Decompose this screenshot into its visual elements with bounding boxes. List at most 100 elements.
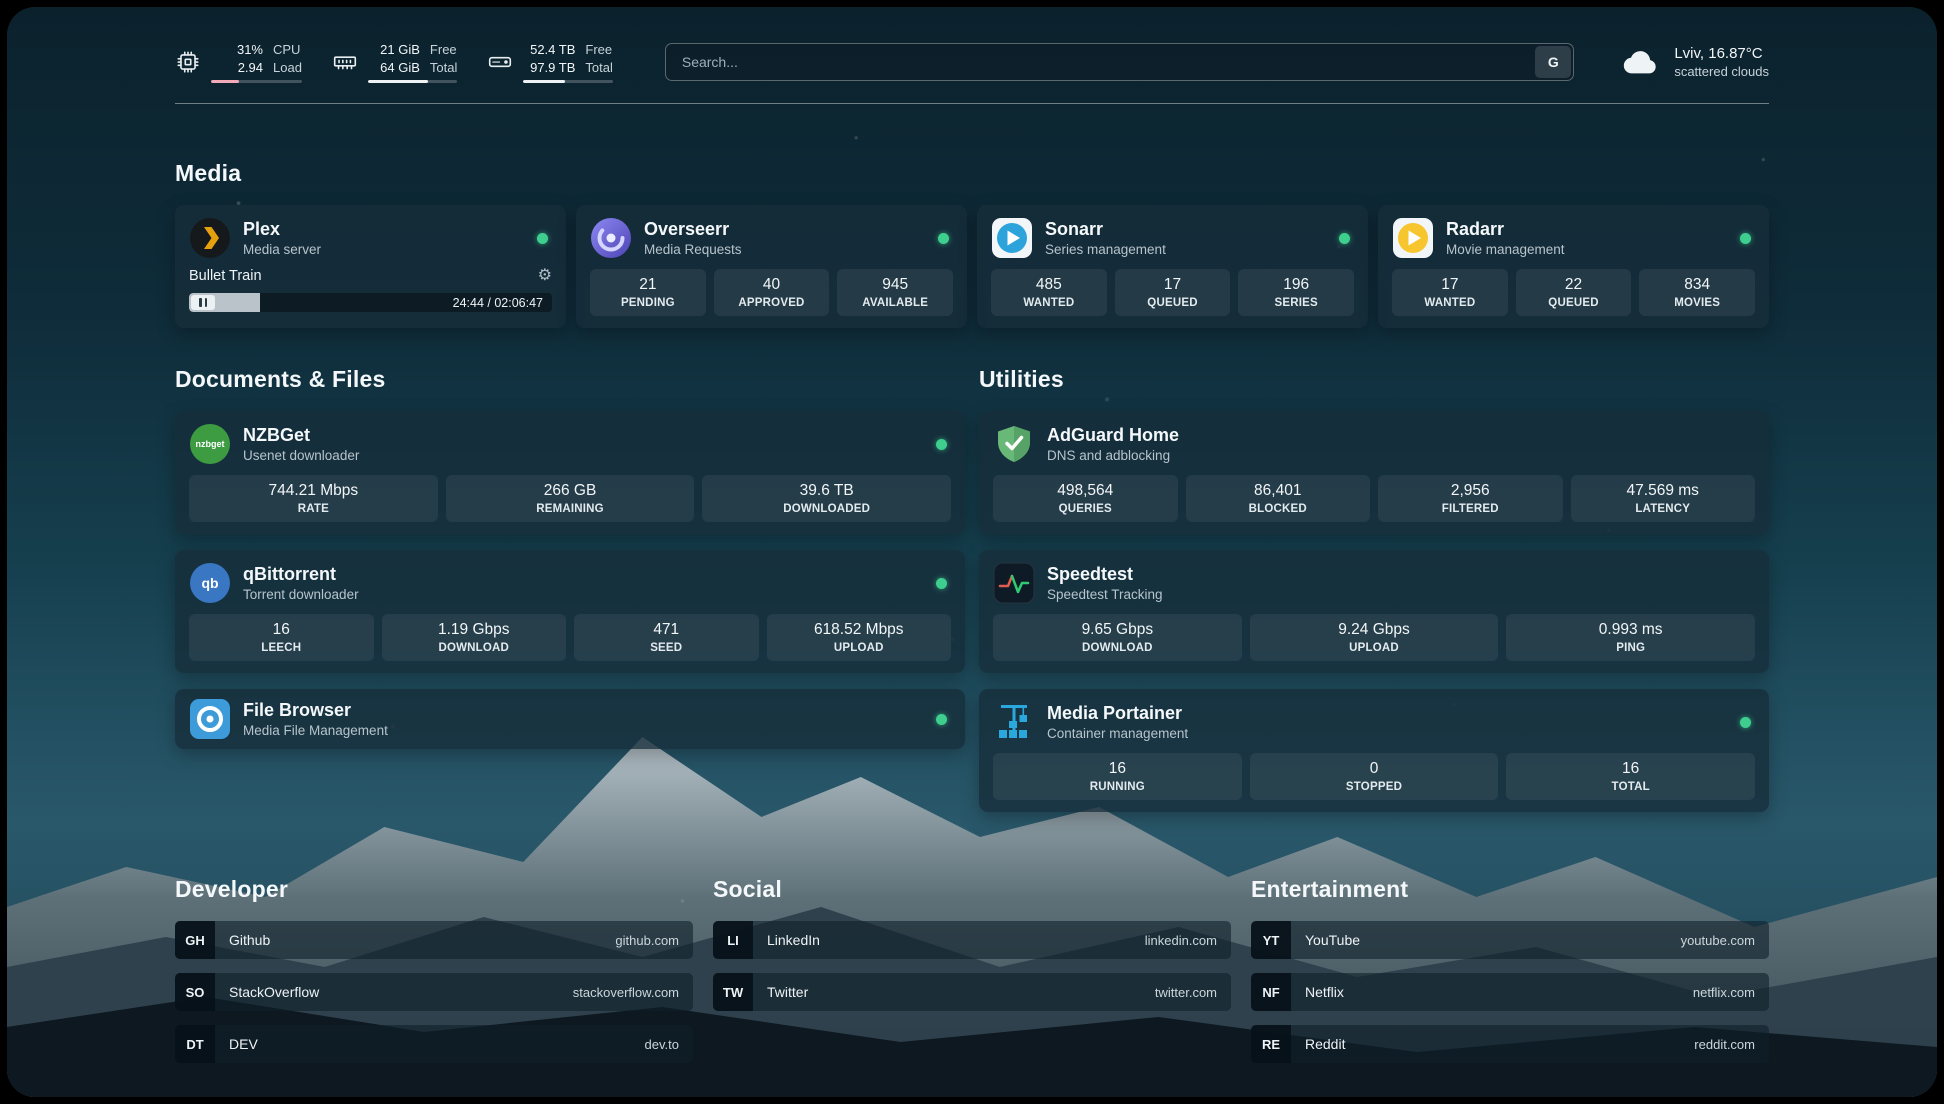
app-name: AdGuard Home: [1047, 424, 1179, 446]
filebrowser-icon: [189, 698, 231, 740]
dashboard-window: 31% CPU 2.94 Load 21 GiB Free 64 GiB Total: [7, 7, 1937, 1097]
linkedin-icon: LI: [713, 921, 753, 959]
cloud-icon: [1620, 41, 1662, 83]
bookmark-dev[interactable]: DT DEV dev.to: [175, 1025, 693, 1063]
stat-downloaded: 39.6 TBDOWNLOADED: [702, 475, 951, 522]
gear-icon[interactable]: ⚙: [538, 267, 552, 285]
cpu-widget: 31% CPU 2.94 Load: [175, 42, 302, 83]
bookmark-netflix[interactable]: NF Netflix netflix.com: [1251, 973, 1769, 1011]
disk-free-label: Free: [585, 42, 612, 57]
bookmark-github[interactable]: GH Github github.com: [175, 921, 693, 959]
status-dot: [936, 578, 947, 589]
stat-filtered: 2,956FILTERED: [1378, 475, 1563, 522]
speedtest-card[interactable]: Speedtest Speedtest Tracking 9.65 GbpsDO…: [979, 550, 1769, 673]
weather-widget[interactable]: Lviv, 16.87°C scattered clouds: [1620, 41, 1769, 83]
radarr-card[interactable]: Radarr Movie management 17WANTED 22QUEUE…: [1378, 205, 1769, 328]
nzbget-icon: nzbget: [189, 423, 231, 465]
app-name: NZBGet: [243, 424, 359, 446]
developer-column: Developer GH Github github.com SO StackO…: [175, 876, 693, 1077]
app-name: Overseerr: [644, 218, 742, 240]
app-name: Radarr: [1446, 218, 1565, 240]
speedtest-icon: [993, 562, 1035, 604]
cpu-icon: [175, 49, 201, 75]
bookmark-youtube[interactable]: YT YouTube youtube.com: [1251, 921, 1769, 959]
ram-icon: [332, 49, 358, 75]
app-desc: Torrent downloader: [243, 587, 359, 603]
playback-progress: 24:44 / 02:06:47: [189, 293, 552, 312]
section-title-social: Social: [713, 876, 1231, 903]
adguard-card[interactable]: AdGuard Home DNS and adblocking 498,564Q…: [979, 411, 1769, 534]
svg-text:qb: qb: [201, 575, 218, 591]
stat-queries: 498,564QUERIES: [993, 475, 1178, 522]
radarr-icon: [1392, 217, 1434, 259]
ram-free: 21 GiB: [368, 42, 420, 57]
section-title-utilities: Utilities: [979, 366, 1769, 393]
top-bar: 31% CPU 2.94 Load 21 GiB Free 64 GiB Total: [175, 39, 1769, 85]
disk-bar: [523, 80, 612, 83]
app-desc: Usenet downloader: [243, 448, 359, 464]
adguard-icon: [993, 423, 1035, 465]
twitter-icon: TW: [713, 973, 753, 1011]
disk-free: 52.4 TB: [523, 42, 575, 57]
status-dot: [1740, 717, 1751, 728]
qbittorrent-card[interactable]: qb qBittorrent Torrent downloader 16LEEC…: [175, 550, 965, 673]
portainer-card[interactable]: Media Portainer Container management 16R…: [979, 689, 1769, 812]
plex-card[interactable]: Plex Media server Bullet Train ⚙ 24:44 /…: [175, 205, 566, 328]
cpu-bar: [211, 80, 302, 83]
bookmark-stackoverflow[interactable]: SO StackOverflow stackoverflow.com: [175, 973, 693, 1011]
stat-ping: 0.993 msPING: [1506, 614, 1755, 661]
stackoverflow-icon: SO: [175, 973, 215, 1011]
utilities-column: Utilities AdGuard Home DNS and adblockin…: [979, 366, 1769, 812]
section-title-documents: Documents & Files: [175, 366, 965, 393]
section-title-developer: Developer: [175, 876, 693, 903]
qbittorrent-icon: qb: [189, 562, 231, 604]
stat-latency: 47.569 msLATENCY: [1571, 475, 1756, 522]
stat-available: 945AVAILABLE: [837, 269, 953, 316]
header-divider: [175, 103, 1769, 104]
stat-download: 9.65 GbpsDOWNLOAD: [993, 614, 1242, 661]
search-engine-button[interactable]: G: [1535, 46, 1571, 78]
stat-approved: 40APPROVED: [714, 269, 830, 316]
stat-pending: 21PENDING: [590, 269, 706, 316]
stat-queued: 17QUEUED: [1115, 269, 1231, 316]
disk-total: 97.9 TB: [523, 60, 575, 75]
ram-free-label: Free: [430, 42, 457, 57]
stat-download: 1.19 GbpsDOWNLOAD: [382, 614, 567, 661]
cpu-load: 2.94: [211, 60, 263, 75]
cpu-percent: 31%: [211, 42, 263, 57]
app-desc: DNS and adblocking: [1047, 448, 1179, 464]
disk-icon: [487, 49, 513, 75]
nzbget-card[interactable]: nzbget NZBGet Usenet downloader 744.21 M…: [175, 411, 965, 534]
netflix-icon: NF: [1251, 973, 1291, 1011]
overseerr-card[interactable]: Overseerr Media Requests 21PENDING 40APP…: [576, 205, 967, 328]
bookmark-twitter[interactable]: TW Twitter twitter.com: [713, 973, 1231, 1011]
stat-upload: 618.52 MbpsUPLOAD: [767, 614, 952, 661]
cpu-load-label: Load: [273, 60, 302, 75]
entertainment-column: Entertainment YT YouTube youtube.com NF …: [1251, 876, 1769, 1077]
bookmark-reddit[interactable]: RE Reddit reddit.com: [1251, 1025, 1769, 1063]
ram-total-label: Total: [430, 60, 457, 75]
status-dot: [936, 714, 947, 725]
sonarr-card[interactable]: Sonarr Series management 485WANTED 17QUE…: [977, 205, 1368, 328]
now-playing-title: Bullet Train: [189, 268, 262, 284]
overseerr-icon: [590, 217, 632, 259]
stat-upload: 9.24 GbpsUPLOAD: [1250, 614, 1499, 661]
app-name: Speedtest: [1047, 563, 1163, 585]
portainer-icon: [993, 701, 1035, 743]
cpu-label: CPU: [273, 42, 302, 57]
app-name: qBittorrent: [243, 563, 359, 585]
disk-total-label: Total: [585, 60, 612, 75]
stat-seed: 471SEED: [574, 614, 759, 661]
search-input[interactable]: [665, 43, 1574, 81]
stat-leech: 16LEECH: [189, 614, 374, 661]
filebrowser-card[interactable]: File Browser Media File Management: [175, 689, 965, 749]
pause-button[interactable]: [191, 295, 215, 310]
stat-total: 16TOTAL: [1506, 753, 1755, 800]
social-column: Social LI LinkedIn linkedin.com TW Twitt…: [713, 876, 1231, 1077]
dev-icon: DT: [175, 1025, 215, 1063]
status-dot: [938, 233, 949, 244]
github-icon: GH: [175, 921, 215, 959]
app-desc: Media File Management: [243, 723, 388, 739]
ram-total: 64 GiB: [368, 60, 420, 75]
bookmark-linkedin[interactable]: LI LinkedIn linkedin.com: [713, 921, 1231, 959]
